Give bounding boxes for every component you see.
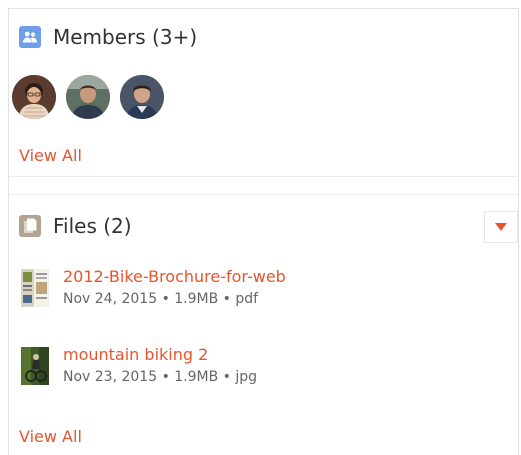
file-name-link[interactable]: mountain biking 2 bbox=[63, 345, 257, 365]
file-list-item[interactable]: 2012-Bike-Brochure-for-web Nov 24, 2015 … bbox=[21, 267, 286, 308]
avatar[interactable] bbox=[66, 75, 110, 119]
document-icon bbox=[19, 215, 41, 237]
group-icon bbox=[19, 26, 41, 48]
file-name-link[interactable]: 2012-Bike-Brochure-for-web bbox=[63, 267, 286, 287]
divider bbox=[9, 194, 518, 195]
avatar[interactable] bbox=[120, 75, 164, 119]
sidebar-panel: Members (3+) View All Files (2) 2012-Bik… bbox=[8, 8, 519, 455]
files-title: Files (2) bbox=[53, 214, 132, 238]
divider bbox=[9, 176, 518, 177]
files-header: Files (2) bbox=[19, 211, 132, 241]
file-meta: Nov 23, 2015 • 1.9MB • jpg bbox=[63, 369, 258, 385]
files-view-all-link[interactable]: View All bbox=[19, 427, 82, 446]
members-header: Members (3+) bbox=[19, 22, 197, 52]
brochure-thumbnail-icon[interactable] bbox=[21, 269, 49, 307]
avatar[interactable] bbox=[12, 75, 56, 119]
members-view-all-link[interactable]: View All bbox=[19, 146, 82, 165]
member-avatars bbox=[12, 75, 174, 119]
caret-down-icon bbox=[495, 223, 507, 231]
files-dropdown-button[interactable] bbox=[484, 211, 518, 243]
photo-thumbnail-icon[interactable] bbox=[21, 347, 49, 385]
file-list-item[interactable]: mountain biking 2 Nov 23, 2015 • 1.9MB •… bbox=[21, 345, 257, 386]
file-meta: Nov 24, 2015 • 1.9MB • pdf bbox=[63, 291, 259, 307]
members-title: Members (3+) bbox=[53, 25, 198, 49]
